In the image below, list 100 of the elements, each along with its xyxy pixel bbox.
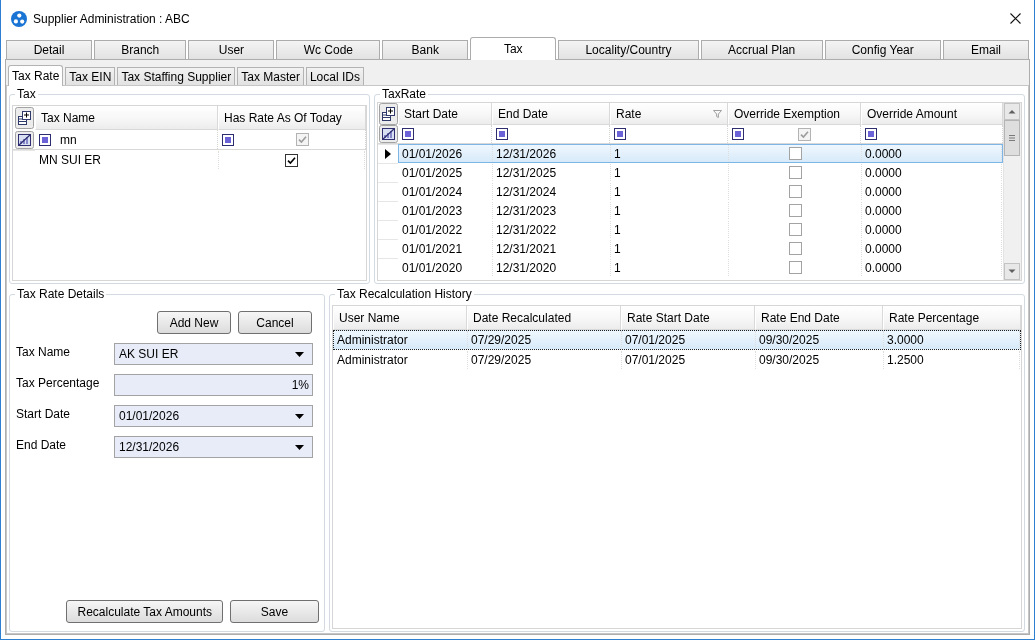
table-cell: 12/31/2021 [493, 240, 611, 257]
filter-operator-icon[interactable] [732, 128, 744, 140]
table-row[interactable]: 01/01/2026 12/31/2026 1 0.0000 [398, 144, 1003, 163]
field-label: Tax Name [16, 344, 72, 361]
checkbox[interactable] [788, 242, 802, 255]
field-label: End Date [16, 437, 68, 454]
tab[interactable]: Accrual Plan [700, 40, 823, 59]
table-row[interactable]: MN SUI ER [35, 150, 366, 170]
column-header[interactable]: End Date [492, 103, 610, 125]
filter-operator-icon[interactable] [39, 133, 51, 146]
field-label: Start Date [16, 406, 72, 423]
table-cell: 0.0000 [862, 183, 1002, 200]
tab[interactable]: Branch [94, 40, 187, 59]
tab[interactable]: Tax Master [237, 67, 304, 85]
column-header[interactable]: Rate Start Date [621, 306, 755, 330]
checkbox[interactable] [788, 147, 802, 160]
table-cell: 01/01/2020 [399, 259, 493, 276]
table-row[interactable]: 01/01/2022 12/31/2022 1 0.0000 [398, 220, 1003, 239]
table-row[interactable]: Administrator 07/29/2025 07/01/2025 09/30/2025 3.0000 [333, 330, 1021, 350]
tab[interactable]: Bank [382, 40, 469, 59]
tab[interactable]: Locality/Country [558, 40, 699, 59]
checkbox[interactable] [788, 185, 802, 198]
column-header[interactable]: Start Date [398, 103, 492, 125]
column-header[interactable]: User Name [333, 306, 467, 330]
clear-filter-icon[interactable] [378, 125, 398, 143]
checkbox[interactable] [798, 127, 811, 141]
table-cell: 1 [611, 259, 729, 276]
table-row[interactable]: 01/01/2021 12/31/2021 1 0.0000 [398, 239, 1003, 258]
tab[interactable]: Tax [470, 37, 557, 60]
filter-operator-icon[interactable] [402, 128, 414, 140]
table-cell: 0.0000 [862, 259, 1002, 276]
tab[interactable]: Tax EIN [65, 67, 116, 85]
table-row[interactable]: 01/01/2020 12/31/2020 1 0.0000 [398, 258, 1003, 277]
caret-icon[interactable] [295, 413, 304, 419]
filter-operator-icon[interactable] [222, 133, 234, 146]
tab[interactable]: Config Year [824, 40, 941, 59]
tab[interactable]: Tax Staffing Supplier [117, 67, 236, 85]
column-header[interactable]: Has Rate As Of Today [218, 106, 366, 130]
close-icon[interactable] [1010, 13, 1021, 24]
tab[interactable]: Tax Rate [8, 65, 64, 86]
checkbox[interactable] [788, 223, 802, 236]
column-header[interactable]: Rate Percentage [883, 306, 1021, 330]
table-row[interactable]: 01/01/2023 12/31/2023 1 0.0000 [398, 201, 1003, 220]
table-row[interactable]: 01/01/2025 12/31/2025 1 0.0000 [398, 163, 1003, 182]
recalculate-button[interactable]: Recalculate Tax Amounts [66, 600, 223, 623]
filter-field[interactable]: mn [35, 130, 218, 149]
table-cell: 0.0000 [862, 221, 1002, 238]
scroll-down-icon[interactable] [1004, 263, 1020, 280]
column-chooser-icon[interactable] [14, 107, 34, 129]
table-cell: 1 [611, 221, 729, 238]
column-header[interactable]: Rate End Date [755, 306, 883, 330]
table-cell: 1 [611, 145, 729, 162]
checkbox[interactable] [285, 153, 298, 167]
clear-filter-icon[interactable] [14, 130, 34, 149]
column-header[interactable]: Override Exemption [728, 103, 861, 125]
scroll-up-icon[interactable] [1004, 103, 1020, 120]
table-cell: 1 [611, 202, 729, 219]
tab[interactable]: Email [943, 40, 1029, 59]
dropdown-field[interactable]: 12/31/2026 [114, 436, 313, 458]
column-header[interactable]: Rate [610, 103, 728, 125]
checkbox[interactable] [788, 166, 802, 179]
table-cell: 0.0000 [862, 240, 1002, 257]
field-label: Tax Percentage [16, 375, 101, 392]
table-cell: 1 [611, 240, 729, 257]
table-cell: 0.0000 [862, 202, 1002, 219]
table-cell: 12/31/2025 [493, 164, 611, 181]
tab[interactable]: Local IDs [305, 67, 364, 85]
column-header[interactable]: Override Amount [861, 103, 1003, 125]
checkbox[interactable] [788, 204, 802, 217]
column-header[interactable]: Date Recalculated [467, 306, 621, 330]
dropdown-field[interactable]: 01/01/2026 [114, 405, 313, 427]
column-chooser-icon[interactable] [378, 103, 398, 125]
filter-icon[interactable] [713, 109, 722, 118]
column-header[interactable]: Tax Name [35, 106, 218, 130]
scrollbar-thumb[interactable] [1004, 120, 1020, 156]
window-title: Supplier Administration : ABC [33, 11, 190, 26]
table-cell: 09/30/2025 [756, 351, 884, 369]
dropdown-field[interactable]: AK SUI ER [114, 343, 313, 365]
save-button[interactable]: Save [230, 600, 319, 623]
tab[interactable]: Wc Code [276, 40, 381, 59]
number-field[interactable]: 1% [114, 374, 313, 396]
table-row[interactable]: 01/01/2024 12/31/2024 1 0.0000 [398, 182, 1003, 201]
scrollbar[interactable] [1003, 103, 1021, 280]
checkbox[interactable] [295, 133, 309, 146]
tab[interactable]: Detail [6, 40, 92, 59]
table-cell: 1.2500 [884, 351, 1020, 369]
tab[interactable]: User [188, 40, 275, 59]
table-row[interactable]: Administrator 07/29/2025 07/01/2025 09/30/2025 1.2500 [333, 350, 1021, 370]
cancel-button[interactable]: Cancel [238, 311, 312, 334]
caret-icon[interactable] [295, 444, 304, 450]
add-new-button[interactable]: Add New [157, 311, 231, 334]
table-cell: 12/31/2020 [493, 259, 611, 276]
table-cell: 09/30/2025 [756, 331, 884, 349]
filter-operator-icon[interactable] [496, 128, 508, 140]
filter-operator-icon[interactable] [865, 128, 877, 140]
checkbox[interactable] [788, 261, 802, 274]
caret-icon[interactable] [295, 351, 304, 357]
table-cell: 01/01/2025 [399, 164, 493, 181]
filter-operator-icon[interactable] [614, 128, 626, 140]
logo-icon [11, 10, 27, 27]
